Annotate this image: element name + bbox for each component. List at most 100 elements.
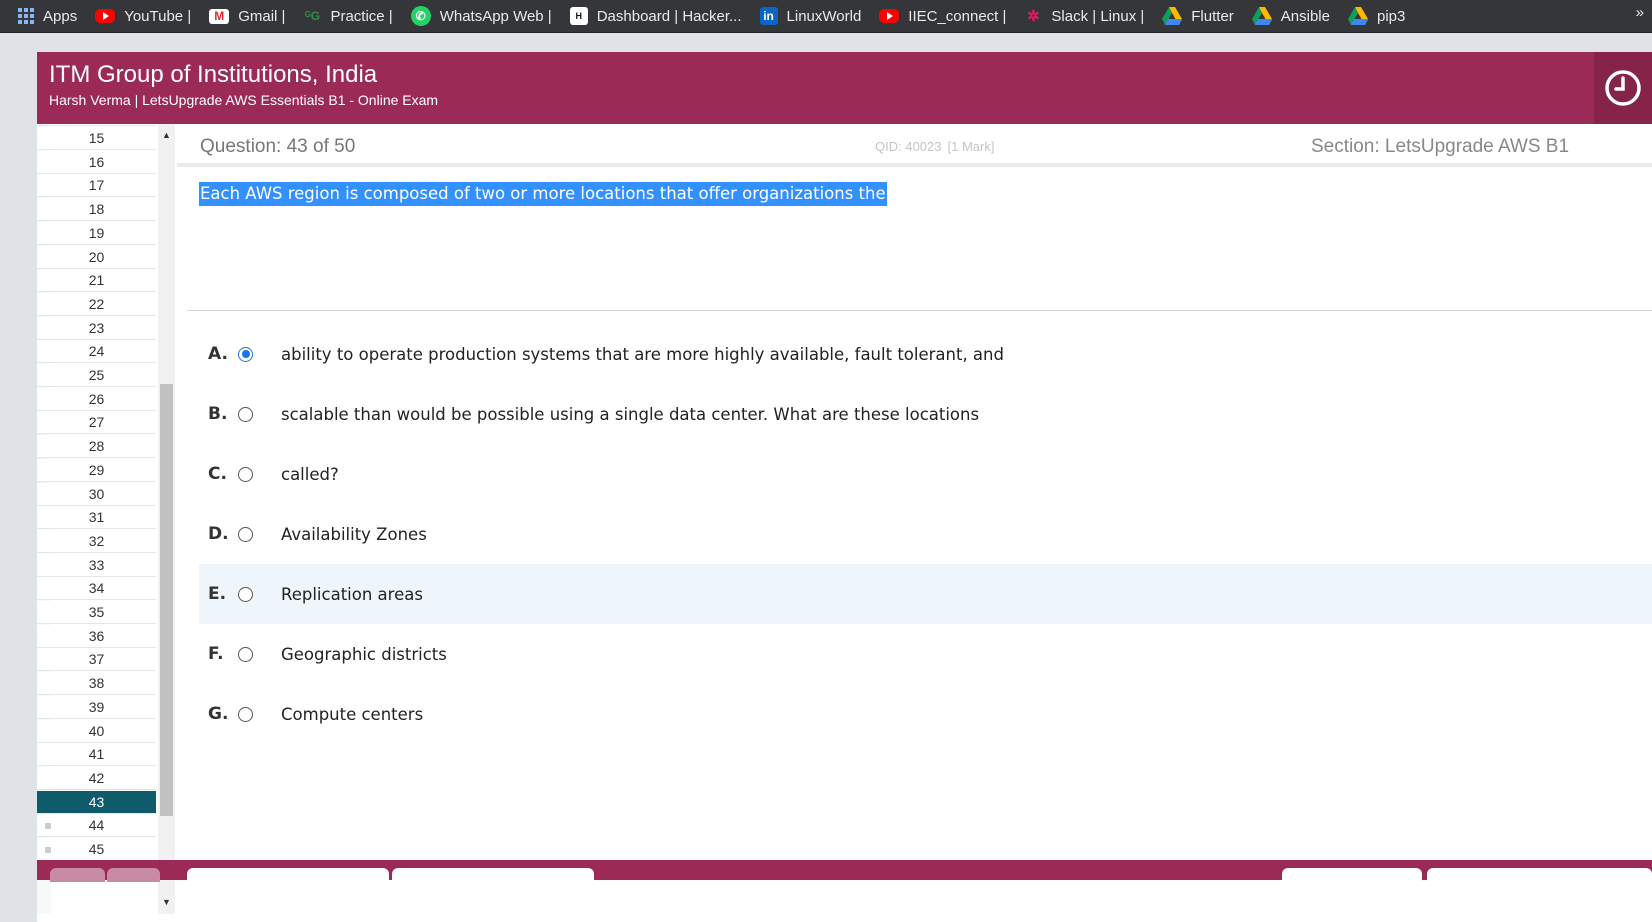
question-number-label: 42 <box>88 769 105 786</box>
question-counter: Question: 43 of 50 <box>200 136 356 157</box>
footer-button[interactable] <box>50 868 105 882</box>
exam-header: ITM Group of Institutions, India Harsh V… <box>37 52 1652 124</box>
bookmark-youtube[interactable]: YouTube | <box>95 4 191 28</box>
question-number-item[interactable]: 31 <box>37 506 156 530</box>
question-number-item[interactable]: 29 <box>37 458 156 482</box>
question-number-item[interactable]: 16 <box>37 150 156 174</box>
question-number-label: 16 <box>88 153 105 170</box>
bookmark-hackerrank[interactable]: H Dashboard | Hacker... <box>569 4 742 28</box>
bookmark-gmail[interactable]: M Gmail | <box>209 4 285 28</box>
bookmark-pip3[interactable]: pip3 <box>1347 4 1406 28</box>
bookmark-ansible[interactable]: Ansible <box>1251 4 1330 28</box>
scroll-up-arrow-icon[interactable]: ▲ <box>158 126 175 143</box>
option-text: Compute centers <box>281 704 424 724</box>
google-drive-icon <box>1347 7 1368 25</box>
answer-option[interactable]: F. Geographic districts <box>199 624 1652 684</box>
footer-button[interactable] <box>1427 868 1652 882</box>
question-number-item[interactable]: 37 <box>37 648 156 672</box>
footer-button[interactable] <box>187 868 389 882</box>
footer-button[interactable] <box>392 868 594 882</box>
question-number-item[interactable]: 27 <box>37 411 156 435</box>
question-number-label: 21 <box>88 272 105 289</box>
bookmark-apps[interactable]: Apps <box>18 4 77 28</box>
question-number-item[interactable]: 33 <box>37 553 156 577</box>
scroll-down-arrow-icon[interactable]: ▼ <box>158 893 175 910</box>
radio-selected-icon[interactable] <box>238 346 253 362</box>
question-number-item[interactable]: 40 <box>37 719 156 743</box>
footer-button[interactable] <box>107 868 160 882</box>
radio-button[interactable] <box>238 466 253 482</box>
answer-option[interactable]: B. scalable than would be possible using … <box>199 384 1652 444</box>
bookmark-label: pip3 <box>1376 7 1406 25</box>
hackerrank-icon: H <box>569 7 588 25</box>
bookmark-whatsapp[interactable]: WhatsApp Web | <box>410 4 552 28</box>
question-number-item[interactable]: 21 <box>37 269 156 293</box>
question-number-item[interactable]: 15 <box>37 127 156 150</box>
apps-icon <box>18 8 34 24</box>
answer-option[interactable]: G. Compute centers <box>199 684 1652 744</box>
question-number-item[interactable]: 26 <box>37 387 156 411</box>
bookmark-label: YouTube | <box>124 7 192 25</box>
whatsapp-icon <box>410 6 431 26</box>
bookmark-label: Slack | Linux | <box>1051 7 1145 25</box>
question-number-label: 40 <box>88 722 105 739</box>
question-number-item[interactable]: 22 <box>37 292 156 316</box>
question-number-item[interactable]: 23 <box>37 316 156 340</box>
question-number-item[interactable]: 36 <box>37 624 156 648</box>
option-letter: F. <box>208 644 224 664</box>
bookmark-label: Practice | <box>330 7 393 25</box>
question-number-label: 23 <box>88 319 105 336</box>
question-number-label: 19 <box>88 224 105 241</box>
question-number-item[interactable]: 14⚑ <box>37 124 156 127</box>
question-number-item[interactable]: 30 <box>37 482 156 506</box>
answer-option[interactable]: E. Replication areas <box>199 564 1652 624</box>
question-number-item[interactable]: 17 <box>37 174 156 198</box>
question-number-item[interactable]: 28 <box>37 435 156 459</box>
question-number-item[interactable]: 44 <box>37 814 156 838</box>
question-number-item[interactable]: 38 <box>37 672 156 696</box>
question-number-label: 28 <box>88 438 105 455</box>
bookmark-flutter[interactable]: Flutter <box>1162 4 1234 28</box>
question-number-item[interactable]: 19 <box>37 221 156 245</box>
question-number-item[interactable]: 35 <box>37 601 156 624</box>
question-number-active[interactable]: 43 <box>37 790 156 814</box>
question-number-item[interactable]: 20 <box>37 245 156 269</box>
option-letter: E. <box>208 584 227 604</box>
radio-button[interactable] <box>238 706 253 722</box>
question-number-item[interactable]: 39 <box>37 695 156 719</box>
question-id: QID: 40023 [1 Mark] <box>875 139 994 154</box>
question-number-item[interactable]: 42 <box>37 766 156 790</box>
question-number-item[interactable]: 45 <box>37 838 156 861</box>
radio-button[interactable] <box>238 586 253 602</box>
question-number-item[interactable]: 32 <box>37 529 156 553</box>
question-number-label: 30 <box>88 485 105 502</box>
answer-option[interactable]: D. Availability Zones <box>199 504 1652 564</box>
question-number-item[interactable]: 34 <box>37 577 156 601</box>
question-number-item[interactable]: 41 <box>37 743 156 767</box>
question-number-item[interactable]: 25 <box>37 364 156 387</box>
question-meta-bar: Question: 43 of 50 QID: 40023 [1 Mark] Se… <box>177 124 1652 167</box>
bookmark-label: WhatsApp Web | <box>439 7 552 25</box>
question-id-label: QID: 40023 <box>875 139 942 154</box>
timer-button[interactable] <box>1594 52 1652 124</box>
radio-button[interactable] <box>238 406 253 422</box>
question-list-scrollbar[interactable]: ▲ ▼ <box>158 124 175 914</box>
question-number-item[interactable]: 18 <box>37 198 156 222</box>
exam-subtitle: Harsh Verma | LetsUpgrade AWS Essentials… <box>49 92 439 108</box>
bookmark-iiec[interactable]: IIEC_connect | <box>879 4 1006 28</box>
answer-option[interactable]: A. ability to operate production systems … <box>199 324 1652 384</box>
bookmark-slack[interactable]: ✲ Slack | Linux | <box>1024 4 1144 28</box>
answer-option[interactable]: C. called? <box>199 444 1652 504</box>
radio-button[interactable] <box>238 526 253 542</box>
scroll-thumb[interactable] <box>160 384 173 816</box>
question-number-item[interactable]: 24 <box>37 340 156 364</box>
footer-button[interactable] <box>1282 868 1422 882</box>
question-number-label: 29 <box>88 461 105 478</box>
radio-button[interactable] <box>238 646 253 662</box>
linkedin-icon: in <box>759 7 778 25</box>
bookmark-practice[interactable]: ᴳG Practice | <box>303 4 393 28</box>
bookmarks-more-button[interactable]: » <box>1636 4 1644 21</box>
bookmark-linuxworld[interactable]: in LinuxWorld <box>759 4 861 28</box>
question-number-label: 37 <box>88 651 105 668</box>
gmail-icon: M <box>209 8 230 24</box>
